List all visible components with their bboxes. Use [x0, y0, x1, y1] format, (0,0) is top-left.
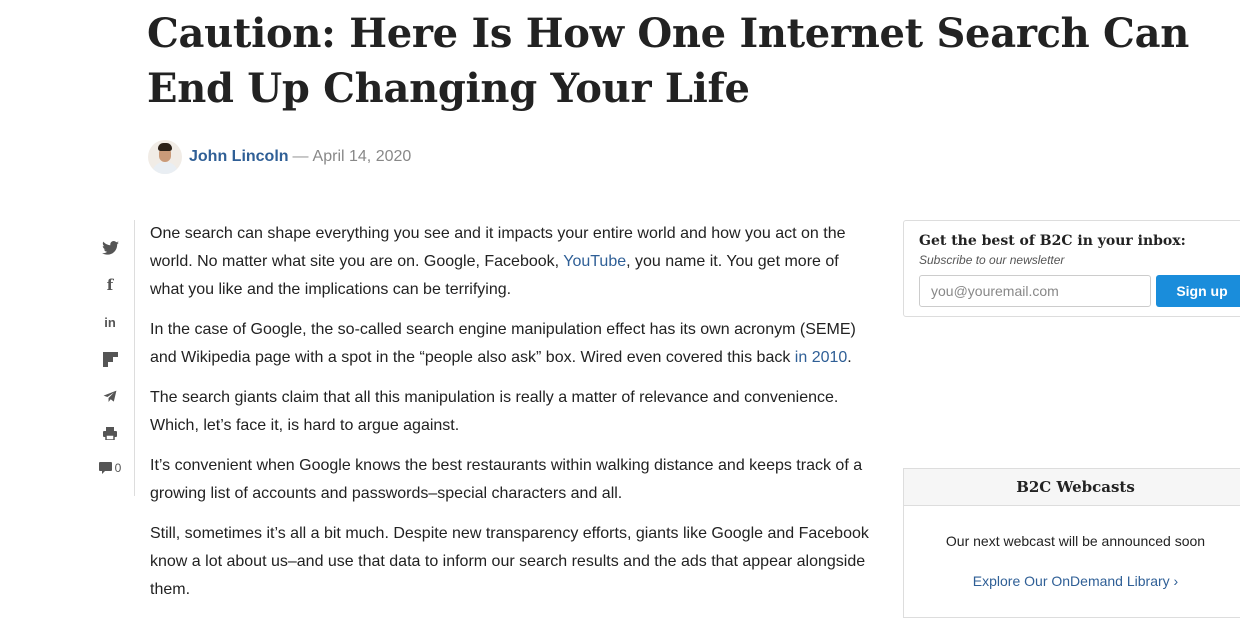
byline: John Lincoln — April 14, 2020 — [148, 138, 411, 176]
author-link[interactable]: John Lincoln — [189, 148, 289, 166]
newsletter-widget: Get the best of B2C in your inbox: Subsc… — [903, 220, 1240, 317]
facebook-icon[interactable]: f — [90, 275, 130, 295]
telegram-icon[interactable] — [90, 386, 130, 406]
publish-date: April 14, 2020 — [312, 148, 412, 165]
paragraph: The search giants claim that all this ma… — [150, 389, 839, 434]
byline-separator: — — [292, 148, 309, 165]
webcasts-widget: B2C Webcasts Our next webcast will be an… — [903, 468, 1240, 618]
comment-count: 0 — [114, 461, 122, 475]
article-title: Caution: Here Is How One Internet Search… — [147, 10, 1189, 112]
newsletter-heading: Get the best of B2C in your inbox: — [919, 233, 1186, 249]
sign-up-button[interactable]: Sign up — [1156, 275, 1240, 307]
share-divider — [134, 220, 135, 496]
webcasts-message: Our next webcast will be announced soon — [945, 533, 1206, 549]
article-body: One search can shape everything you see … — [150, 220, 870, 616]
paragraph: One search can shape everything you see … — [150, 225, 846, 298]
email-input[interactable] — [919, 275, 1151, 307]
wired-2010-link[interactable]: in 2010 — [795, 349, 848, 366]
paragraph: Still, sometimes it’s all a bit much. De… — [150, 525, 869, 598]
print-icon[interactable] — [90, 423, 130, 443]
comment-icon[interactable]: 0 — [90, 458, 130, 478]
youtube-link[interactable]: YouTube — [563, 253, 626, 270]
paragraph: It’s convenient when Google knows the be… — [150, 457, 863, 502]
linkedin-icon[interactable]: in — [90, 312, 130, 332]
twitter-icon[interactable] — [90, 238, 130, 258]
author-avatar[interactable] — [148, 140, 182, 174]
webcasts-heading: B2C Webcasts — [904, 469, 1240, 506]
ondemand-library-link[interactable]: Explore Our OnDemand Library › — [904, 573, 1240, 589]
paragraph: In the case of Google, the so-called sea… — [150, 321, 856, 366]
newsletter-subheading: Subscribe to our newsletter — [919, 253, 1065, 267]
flipboard-icon[interactable] — [90, 349, 130, 369]
